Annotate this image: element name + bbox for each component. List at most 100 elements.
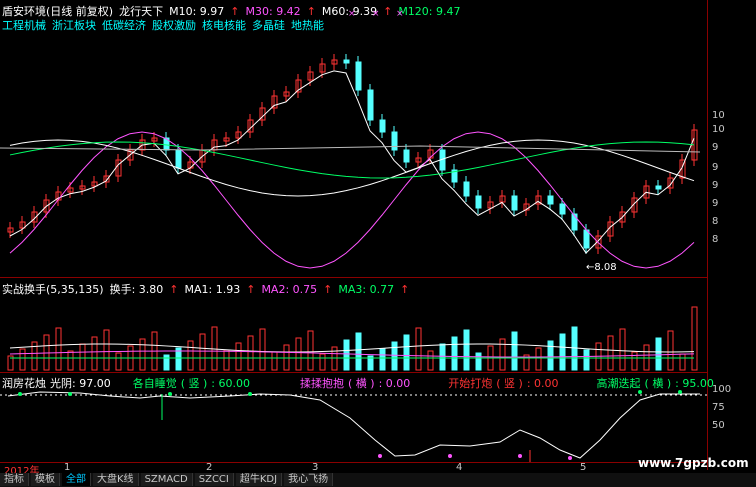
volume-bar bbox=[403, 334, 410, 371]
signal-marker: × bbox=[372, 9, 380, 19]
volume-header: 实战换手(5,35,135) 换手: 3.80 ↑ MA1: 1.93 ↑ MA… bbox=[2, 281, 409, 297]
volume-bar bbox=[259, 328, 266, 371]
signal-dot bbox=[248, 392, 252, 396]
hold-label: 揉揉抱抱 bbox=[299, 377, 344, 390]
price-tick: 8 bbox=[712, 234, 719, 245]
up-arrow-icon: ↑ bbox=[169, 282, 179, 296]
volume-bar bbox=[103, 329, 110, 371]
volume-bar bbox=[163, 354, 170, 371]
volume-bar bbox=[187, 340, 194, 371]
climax-value: : 95.00 bbox=[675, 376, 714, 390]
ma60-line bbox=[9, 139, 695, 197]
tab-szcci[interactable]: SZCCI bbox=[194, 473, 234, 486]
volume-bar bbox=[475, 352, 482, 371]
volume-bar bbox=[667, 330, 674, 371]
volume-bar bbox=[79, 343, 86, 371]
volume-bar bbox=[499, 338, 506, 371]
volume-bar bbox=[679, 353, 686, 371]
volume-ma1-line bbox=[9, 343, 695, 353]
month-label: 4 bbox=[456, 462, 463, 473]
price-tick: 9 bbox=[712, 180, 719, 191]
volume-bar bbox=[391, 341, 398, 371]
signal-marker: × bbox=[348, 9, 356, 19]
kline-chart-canvas[interactable]: × × × bbox=[0, 0, 707, 470]
candlestick bbox=[391, 131, 398, 151]
oscillator-line bbox=[7, 391, 700, 459]
signal-dot bbox=[18, 392, 22, 396]
fire-label: 开始打炮 bbox=[448, 377, 493, 390]
ma10-line bbox=[9, 70, 695, 254]
volume-bar bbox=[463, 329, 470, 371]
candlestick bbox=[475, 195, 482, 209]
volume-bar bbox=[343, 339, 350, 371]
price-tick: 10 bbox=[712, 110, 725, 121]
tab-kdj[interactable]: 超牛KDJ bbox=[235, 473, 283, 486]
price-tick: 9 bbox=[712, 142, 719, 153]
price-tick: 10 bbox=[712, 124, 725, 135]
sleep-value: : 60.00 bbox=[211, 376, 250, 390]
volume-bar bbox=[583, 349, 590, 371]
signal-dot bbox=[68, 392, 72, 396]
volume-bar bbox=[355, 332, 362, 371]
indicator-tabs: 指标 模板 全部 大盘K线 SZMACD SZCCI 超牛KDJ 我心飞扬 bbox=[0, 473, 756, 487]
volume-bar bbox=[199, 333, 206, 371]
volume-bar bbox=[559, 333, 566, 371]
candlestick bbox=[367, 89, 374, 121]
tab-all[interactable]: 全部 bbox=[62, 473, 91, 486]
volume-bar bbox=[295, 337, 302, 371]
month-label: 5 bbox=[580, 462, 587, 473]
candlestick bbox=[463, 181, 470, 197]
date-axis bbox=[0, 462, 707, 473]
signal-dot bbox=[378, 454, 382, 458]
oscillator-header: 润房花烛 光阴: 97.00 各自睡觉 ( 竖 ) : 60.00 揉揉抱抱 (… bbox=[2, 375, 714, 391]
oscillator-title: 润房花烛 bbox=[2, 377, 46, 390]
right-axis-line bbox=[707, 0, 708, 470]
signal-dot bbox=[448, 454, 452, 458]
climax-tag: ( 横 ) bbox=[644, 377, 672, 390]
volume-bar bbox=[19, 348, 26, 371]
tab-market-kline[interactable]: 大盘K线 bbox=[93, 473, 139, 486]
volume-bar bbox=[319, 353, 326, 371]
tab-indicator[interactable]: 指标 bbox=[0, 473, 29, 486]
volume-bar bbox=[511, 331, 518, 371]
volume-bar bbox=[415, 327, 422, 371]
month-label: 2 bbox=[206, 462, 213, 473]
volume-bar bbox=[139, 338, 146, 371]
candlestick bbox=[655, 185, 662, 190]
ma3-value: MA3: 0.77 bbox=[338, 282, 395, 296]
volume-bar bbox=[535, 347, 542, 371]
volume-bar bbox=[547, 340, 554, 371]
volume-bar bbox=[619, 328, 626, 371]
price-tick: 9 bbox=[712, 162, 719, 173]
signal-marker: × bbox=[396, 9, 404, 19]
climax-label: 高潮迭起 bbox=[596, 377, 641, 390]
volume-bar bbox=[271, 351, 278, 371]
tab-template[interactable]: 模板 bbox=[31, 473, 60, 486]
volume-bar bbox=[607, 335, 614, 371]
ma1-value: MA1: 1.93 bbox=[184, 282, 241, 296]
volume-bar bbox=[307, 330, 314, 371]
up-arrow-icon: ↑ bbox=[323, 282, 333, 296]
volume-bar bbox=[691, 306, 698, 371]
candlestick bbox=[559, 203, 566, 215]
long-ma-line bbox=[0, 145, 701, 153]
oscillator-tick: 75 bbox=[712, 402, 725, 413]
signal-dot bbox=[168, 392, 172, 396]
hold-value: : 0.00 bbox=[378, 376, 411, 390]
volume-bar bbox=[655, 337, 662, 371]
volume-bar bbox=[67, 350, 74, 371]
low-price-label: ←8.08 bbox=[586, 262, 617, 273]
volume-bar bbox=[235, 342, 242, 371]
volume-bar bbox=[91, 336, 98, 371]
candlestick bbox=[547, 195, 554, 205]
volume-bar bbox=[451, 336, 458, 371]
oscillator-tick: 50 bbox=[712, 420, 725, 431]
volume-bar bbox=[115, 352, 122, 371]
candlestick bbox=[343, 59, 350, 64]
candlestick bbox=[175, 149, 182, 169]
candlestick bbox=[583, 229, 590, 249]
tab-szmacd[interactable]: SZMACD bbox=[140, 473, 193, 486]
turnover-value: 换手: 3.80 bbox=[109, 283, 164, 296]
fire-tag: ( 竖 ) bbox=[496, 377, 523, 390]
tab-woxinfeiyang[interactable]: 我心飞扬 bbox=[284, 473, 334, 486]
